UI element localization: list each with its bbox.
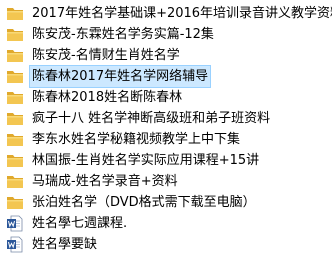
file-item-label: 姓名學要缺 <box>32 237 98 252</box>
file-item-label: 疯子十八 姓名学神断高级班和弟子班资料 <box>32 111 271 126</box>
file-item-folder[interactable]: 陈春林2018姓名断陈春林 <box>0 87 332 108</box>
file-item-folder[interactable]: 2017年姓名学基础课+2016年培训录音讲义教学资料 <box>0 3 332 24</box>
file-item-folder[interactable]: 林国振-生肖姓名学实际应用课程+15讲 <box>0 150 332 171</box>
file-item-label: 陈春林2018姓名断陈春林 <box>32 90 183 105</box>
file-item-folder[interactable]: 陈安茂-东霖姓名学务实篇-12集 <box>0 24 332 45</box>
file-item-folder[interactable]: 马瑞成-姓名学录音+资料 <box>0 171 332 192</box>
folder-icon <box>7 176 23 188</box>
file-item-folder[interactable]: 陈安茂-名情财生肖姓名学 <box>0 45 332 66</box>
folder-icon <box>7 50 23 62</box>
file-item-label: 2017年姓名学基础课+2016年培训录音讲义教学资料 <box>32 6 332 21</box>
file-item-folder[interactable]: 张泊姓名学（DVD格式需下载至电脑） <box>0 192 332 213</box>
file-item-label: 姓名學七週課程. <box>32 216 128 231</box>
folder-icon <box>7 113 23 125</box>
file-item-label: 陈安茂-东霖姓名学务实篇-12集 <box>32 27 214 42</box>
folder-icon <box>7 197 23 209</box>
file-item-label: 陈安茂-名情财生肖姓名学 <box>32 48 180 63</box>
folder-icon <box>7 29 23 41</box>
folder-icon <box>7 92 23 104</box>
file-item-document[interactable]: 姓名學七週課程. <box>0 213 332 234</box>
file-item-label: 李东水姓名学秘籍视频教学上中下集 <box>32 132 241 147</box>
file-list: 2017年姓名学基础课+2016年培训录音讲义教学资料 陈安茂-东霖姓名学务实篇… <box>0 3 332 255</box>
word-document-icon <box>7 215 23 232</box>
folder-icon <box>7 71 23 83</box>
file-item-label: 林国振-生肖姓名学实际应用课程+15讲 <box>32 153 260 168</box>
file-item-label: 陈春林2017年姓名学网络辅导 <box>28 65 212 88</box>
file-item-label: 马瑞成-姓名学录音+资料 <box>32 174 178 189</box>
file-item-folder-selected[interactable]: 陈春林2017年姓名学网络辅导 <box>0 65 332 88</box>
folder-icon <box>7 134 23 146</box>
file-item-folder[interactable]: 疯子十八 姓名学神断高级班和弟子班资料 <box>0 108 332 129</box>
folder-icon <box>7 8 23 20</box>
file-item-label: 张泊姓名学（DVD格式需下载至电脑） <box>32 195 256 210</box>
file-item-document[interactable]: 姓名學要缺 <box>0 234 332 255</box>
word-document-icon <box>7 236 23 253</box>
folder-icon <box>7 155 23 167</box>
file-item-folder[interactable]: 李东水姓名学秘籍视频教学上中下集 <box>0 129 332 150</box>
